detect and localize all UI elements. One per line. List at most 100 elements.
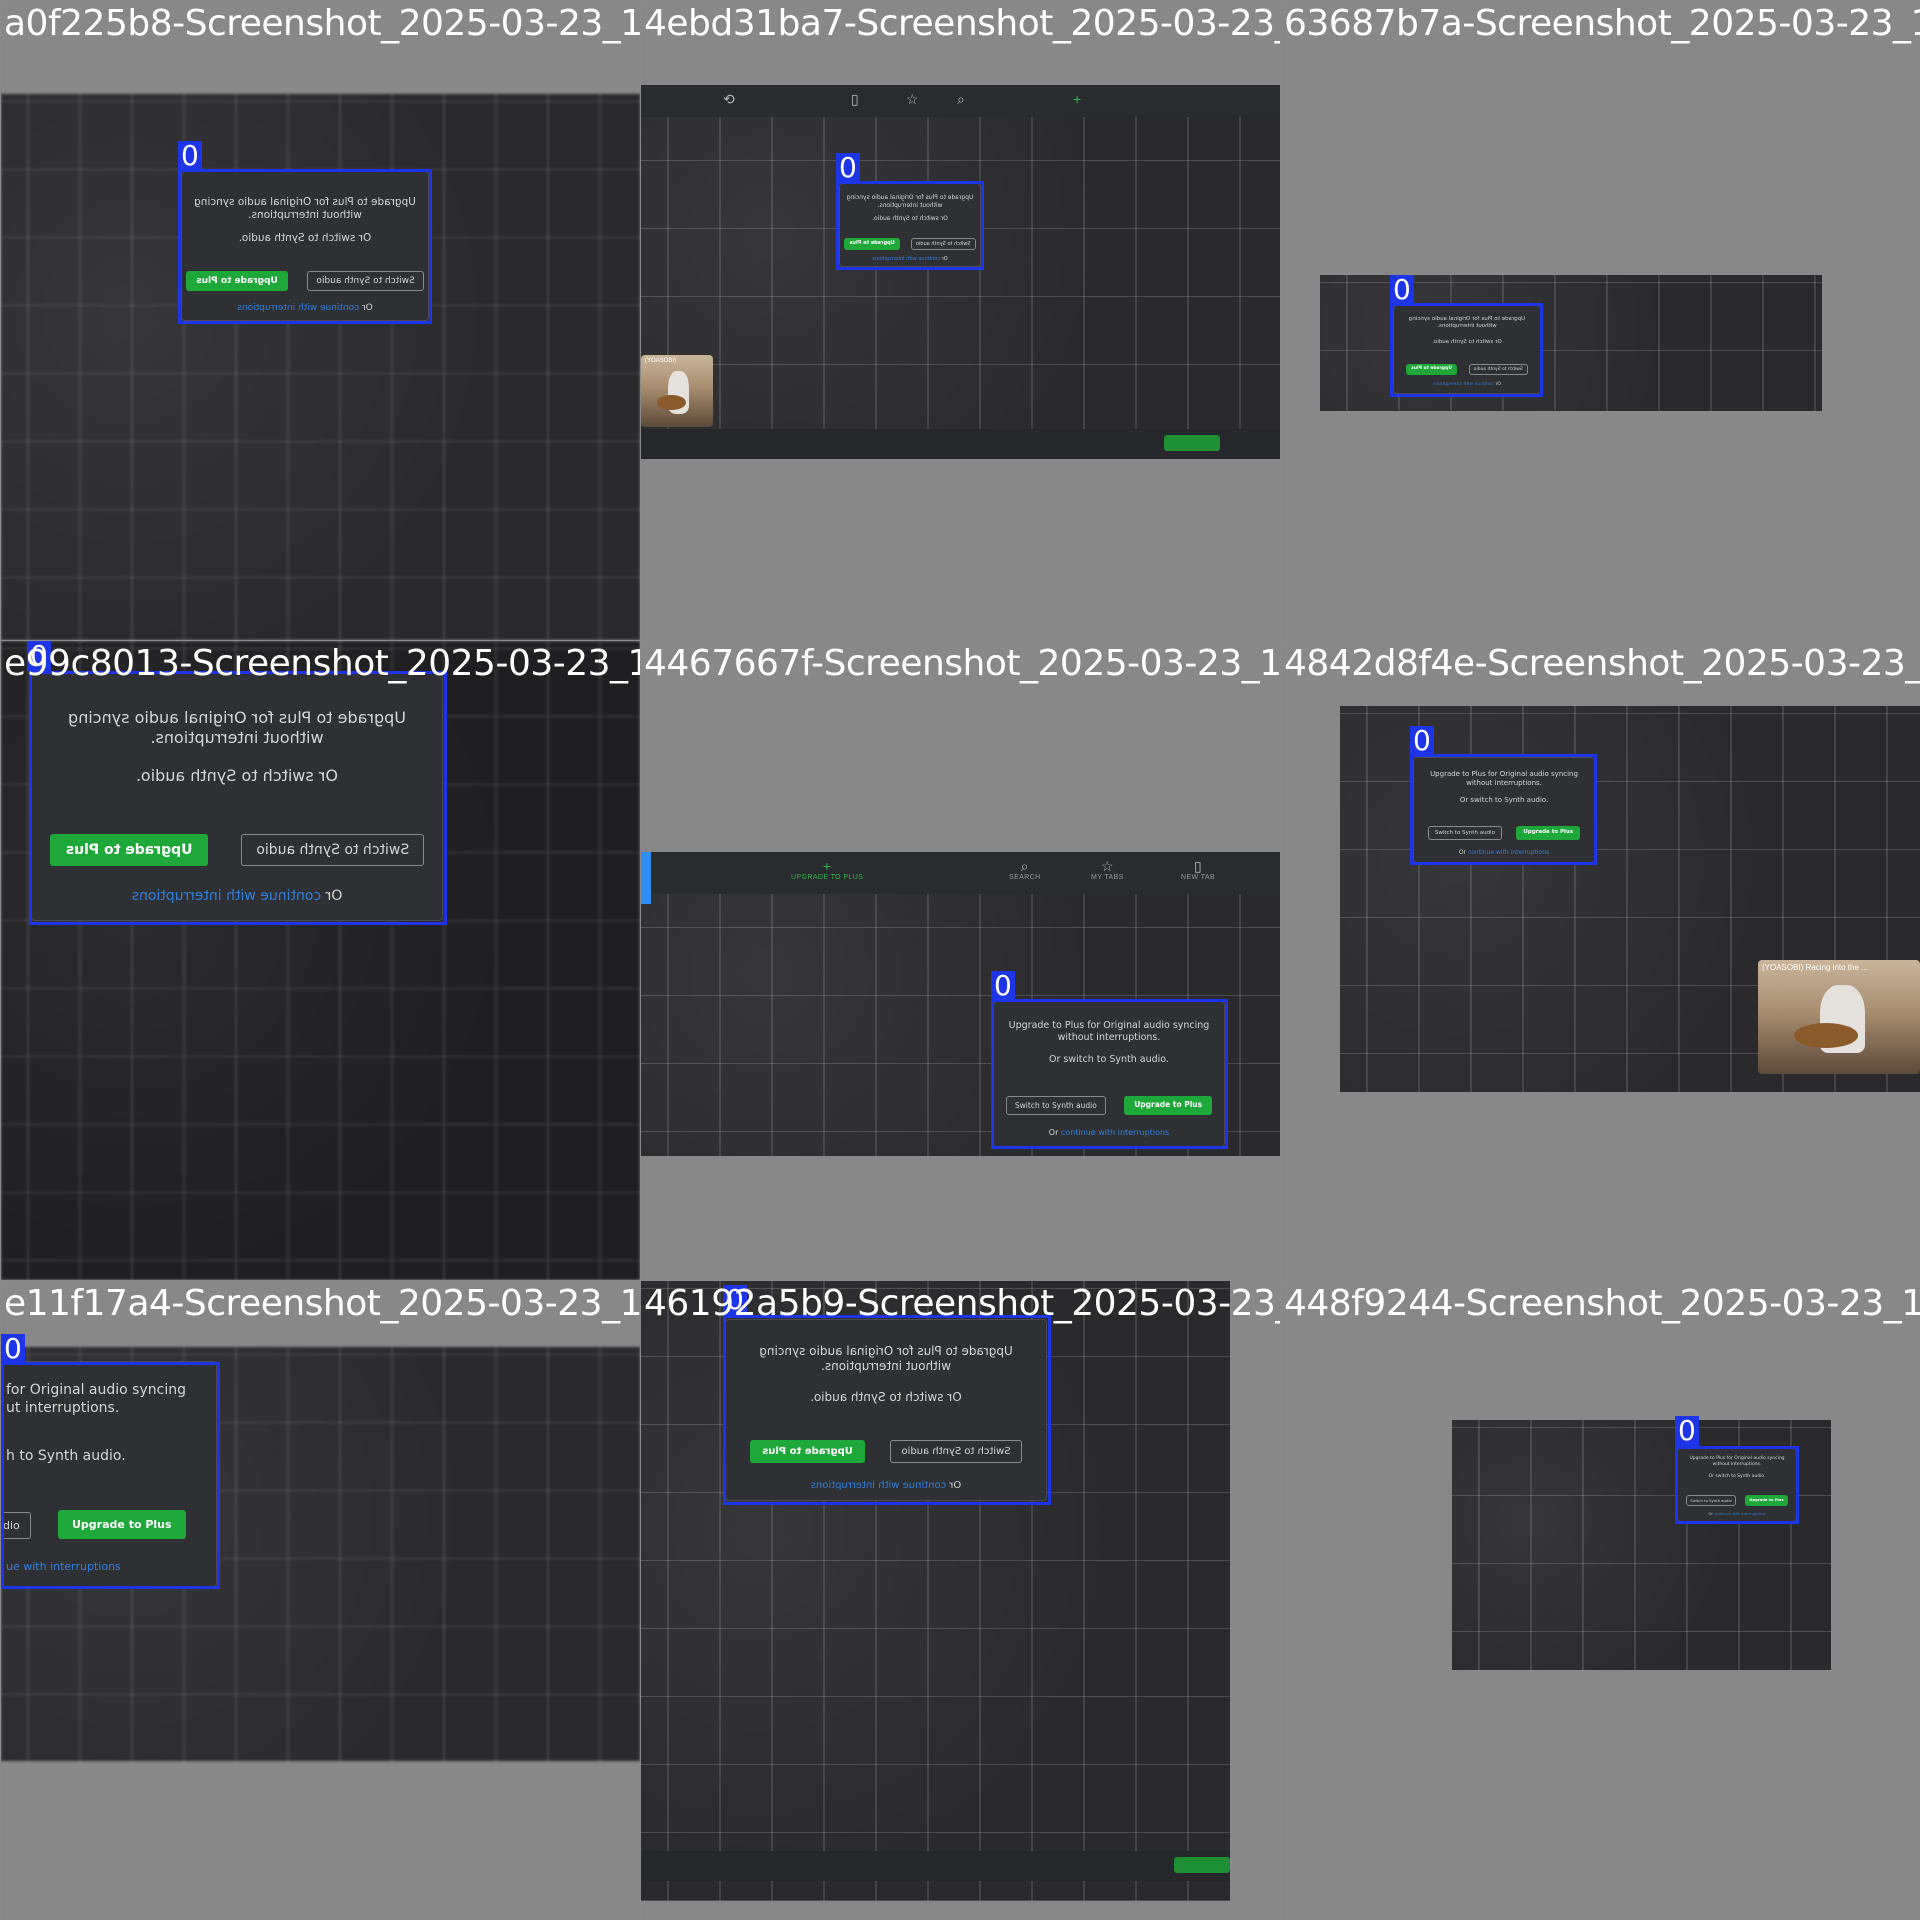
upgrade-to-plus-button[interactable]: Upgrade to Plus bbox=[844, 238, 900, 250]
play-pill[interactable] bbox=[1174, 1857, 1230, 1873]
dialog-message-line2: ut interruptions. bbox=[6, 1399, 120, 1416]
switch-to-synth-button[interactable]: Switch to Synth audio bbox=[307, 271, 424, 291]
cell-title: 4842d8f4e-Screenshot_2025-03-23_12 bbox=[1284, 643, 1920, 684]
upgrade-to-plus-button[interactable]: Upgrade to Plus bbox=[1745, 1495, 1788, 1506]
dialog-message-line2: without interruptions. bbox=[1712, 1461, 1762, 1467]
star-icon: ☆ bbox=[906, 91, 919, 107]
dialog-message-line2: without interruptions. bbox=[1466, 778, 1542, 787]
grid-cell-6: 4842d8f4e-Screenshot_2025-03-23_12 (YOAS… bbox=[1281, 641, 1920, 1280]
detection-label: 0 bbox=[836, 153, 860, 183]
grid-cell-7: e11f17a4-Screenshot_2025-03-23_12 for Or… bbox=[1, 1281, 640, 1920]
continue-with-interruptions-link[interactable]: continue with interruptions bbox=[237, 303, 359, 313]
cell-title: e99c8013-Screenshot_2025-03-23_12 bbox=[4, 643, 640, 684]
dialog-message-line1: Upgrade to Plus for Original audio synci… bbox=[194, 196, 416, 208]
upgrade-to-plus-button[interactable]: Upgrade to Plus bbox=[49, 834, 209, 866]
continue-with-interruptions-link[interactable]: continue with interruptions bbox=[1714, 1511, 1765, 1516]
or-prefix: Or bbox=[325, 888, 343, 904]
upgrade-dialog: Upgrade to Plus for Original audio synci… bbox=[1413, 757, 1595, 863]
grid-cell-2: 4ebd31ba7-Screenshot_2025-03-23_12 ⟲ ▯ ☆… bbox=[641, 1, 1280, 640]
detection-label: 0 bbox=[1390, 275, 1414, 305]
upgrade-dialog: Upgrade to Plus for Original audio synci… bbox=[181, 171, 429, 321]
bottom-bar bbox=[641, 429, 1280, 459]
continue-with-interruptions-link[interactable]: ue with interruptions bbox=[6, 1560, 121, 1573]
dialog-message-line1: Upgrade to Plus for Original audio synci… bbox=[846, 194, 974, 201]
grid-cell-1: a0f225b8-Screenshot_2025-03-23_12 Upgrad… bbox=[1, 1, 640, 640]
dialog-switch-line: Or switch to Synth audio. bbox=[810, 1390, 962, 1404]
detection-label: 0 bbox=[178, 141, 202, 171]
toolbar-new-tab-label: NEW TAB bbox=[1181, 874, 1216, 881]
continue-with-interruptions-link[interactable]: continue with interruptions bbox=[1061, 1128, 1169, 1137]
upgrade-to-plus-button[interactable]: Upgrade to Plus bbox=[1124, 1096, 1213, 1115]
history-icon: ⟲ bbox=[723, 91, 736, 107]
dialog-switch-line: Or switch to Synth audio. bbox=[136, 766, 338, 785]
toolbar-upgrade[interactable]: + UPGRADE TO PLUS bbox=[791, 858, 863, 881]
continue-with-interruptions-link[interactable]: continue with interruptions bbox=[1468, 849, 1549, 856]
switch-to-synth-button[interactable]: Switch to Synth audio bbox=[890, 1440, 1022, 1463]
switch-to-synth-button[interactable]: Switch to Synth audio bbox=[1686, 1495, 1736, 1506]
detection-label: 0 bbox=[1675, 1416, 1699, 1446]
upgrade-dialog: Upgrade to Plus for Original audio synci… bbox=[31, 671, 443, 921]
continue-with-interruptions-link[interactable]: continue with interruptions bbox=[1433, 382, 1494, 387]
bottom-bar bbox=[641, 1851, 1230, 1881]
dialog-message-line2: without interruptions. bbox=[248, 209, 362, 222]
upgrade-to-plus-button[interactable]: Upgrade to Plus bbox=[750, 1440, 865, 1463]
play-pill[interactable] bbox=[1164, 435, 1220, 451]
or-prefix: Or bbox=[1048, 1128, 1059, 1137]
side-tab-handle[interactable] bbox=[641, 852, 651, 904]
upgrade-to-plus-button[interactable]: Upgrade to Plus bbox=[58, 1510, 186, 1539]
detection-label: 0 bbox=[1410, 726, 1434, 756]
video-guitar bbox=[656, 394, 686, 411]
or-prefix: Or bbox=[361, 303, 373, 313]
tab-screenshot: ⟲ ▯ ☆ ⌕ + (YOASOBI) bbox=[641, 85, 1280, 459]
upgrade-dialog: Upgrade to Plus for Original audio synci… bbox=[1677, 1448, 1797, 1522]
detection-label: 0 bbox=[1, 1334, 25, 1364]
switch-to-synth-button[interactable]: Switch to Synth audio bbox=[910, 238, 976, 250]
video-thumbnail[interactable]: (YOASOBI) bbox=[641, 355, 713, 427]
toolbar-search[interactable]: ⌕ SEARCH bbox=[1009, 858, 1041, 881]
dialog-switch-line: Or switch to Synth audio. bbox=[1049, 1054, 1169, 1065]
toolbar-my-tabs-label: MY TABS bbox=[1091, 874, 1124, 881]
video-thumbnail[interactable]: (YOASOBI) Racing into the ... bbox=[1758, 960, 1920, 1074]
cell-title: e11f17a4-Screenshot_2025-03-23_12 bbox=[4, 1283, 640, 1324]
upgrade-dialog: for Original audio syncing ut interrupti… bbox=[1, 1361, 217, 1587]
switch-to-synth-button[interactable]: dio bbox=[1, 1512, 31, 1539]
switch-to-synth-button[interactable]: Switch to Synth audio bbox=[1427, 826, 1502, 840]
grid-cell-4: e99c8013-Screenshot_2025-03-23_12 Upgrad… bbox=[1, 641, 640, 1280]
toolbar-item[interactable]: ▯ bbox=[851, 91, 859, 107]
cell-title: 448f9244-Screenshot_2025-03-23_12 bbox=[1284, 1283, 1920, 1324]
continue-with-interruptions-link[interactable]: continue with interruptions bbox=[811, 1480, 946, 1491]
or-prefix: Or bbox=[1708, 1511, 1713, 1516]
continue-with-interruptions-link[interactable]: continue with interruptions bbox=[132, 888, 321, 904]
grid-cell-9: 448f9244-Screenshot_2025-03-23_12 Upgrad… bbox=[1281, 1281, 1920, 1920]
toolbar-upgrade-label: UPGRADE TO PLUS bbox=[791, 874, 864, 881]
dialog-switch-line: h to Synth audio. bbox=[6, 1448, 126, 1464]
dialog-switch-line: Or switch to Synth audio. bbox=[1708, 1474, 1766, 1479]
upgrade-dialog: Upgrade to Plus for Original audio synci… bbox=[993, 1001, 1225, 1147]
upgrade-to-plus-button[interactable]: Upgrade to Plus bbox=[1516, 826, 1581, 840]
toolbar-item[interactable]: ⟲ bbox=[723, 91, 735, 107]
toolbar-new-tab[interactable]: ▯ NEW TAB bbox=[1181, 858, 1215, 881]
grid-cell-3: 63687b7a-Screenshot_2025-03-23_12 Upgrad… bbox=[1281, 1, 1920, 640]
cell-title: 46192a5b9-Screenshot_2025-03-23_12 bbox=[644, 1283, 1280, 1324]
toolbar-upgrade[interactable]: + bbox=[1073, 91, 1082, 107]
or-prefix: Or bbox=[941, 256, 948, 262]
dialog-message-line2: without interruptions. bbox=[1057, 1031, 1161, 1043]
upgrade-to-plus-button[interactable]: Upgrade to Plus bbox=[186, 271, 288, 291]
continue-with-interruptions-link[interactable]: continue with interruptions bbox=[872, 256, 940, 262]
switch-to-synth-button[interactable]: Switch to Synth audio bbox=[1005, 1096, 1106, 1115]
toolbar-my-tabs[interactable]: ☆ MY TABS bbox=[1091, 858, 1124, 881]
upgrade-to-plus-button[interactable]: Upgrade to Plus bbox=[1406, 364, 1457, 375]
toolbar-item[interactable]: ⌕ bbox=[957, 91, 965, 107]
upgrade-dialog: Upgrade to Plus for Original audio synci… bbox=[1393, 305, 1541, 394]
toolbar-item[interactable]: ☆ bbox=[906, 91, 919, 107]
new-tab-icon: ▯ bbox=[851, 91, 860, 107]
dialog-message-line1: Upgrade to Plus for Original audio synci… bbox=[759, 1344, 1013, 1358]
search-icon: ⌕ bbox=[957, 91, 966, 107]
switch-to-synth-button[interactable]: Switch to Synth audio bbox=[1468, 364, 1528, 375]
plus-icon: + bbox=[1073, 91, 1082, 107]
top-toolbar: + UPGRADE TO PLUS ⌕ SEARCH ☆ MY TABS ▯ NEW T… bbox=[641, 852, 1280, 894]
or-prefix: Or bbox=[1495, 382, 1501, 387]
grid-cell-8: 46192a5b9-Screenshot_2025-03-23_12 Upgra… bbox=[641, 1281, 1280, 1920]
switch-to-synth-button[interactable]: Switch to Synth audio bbox=[241, 834, 425, 866]
video-guitar bbox=[1793, 1022, 1859, 1048]
